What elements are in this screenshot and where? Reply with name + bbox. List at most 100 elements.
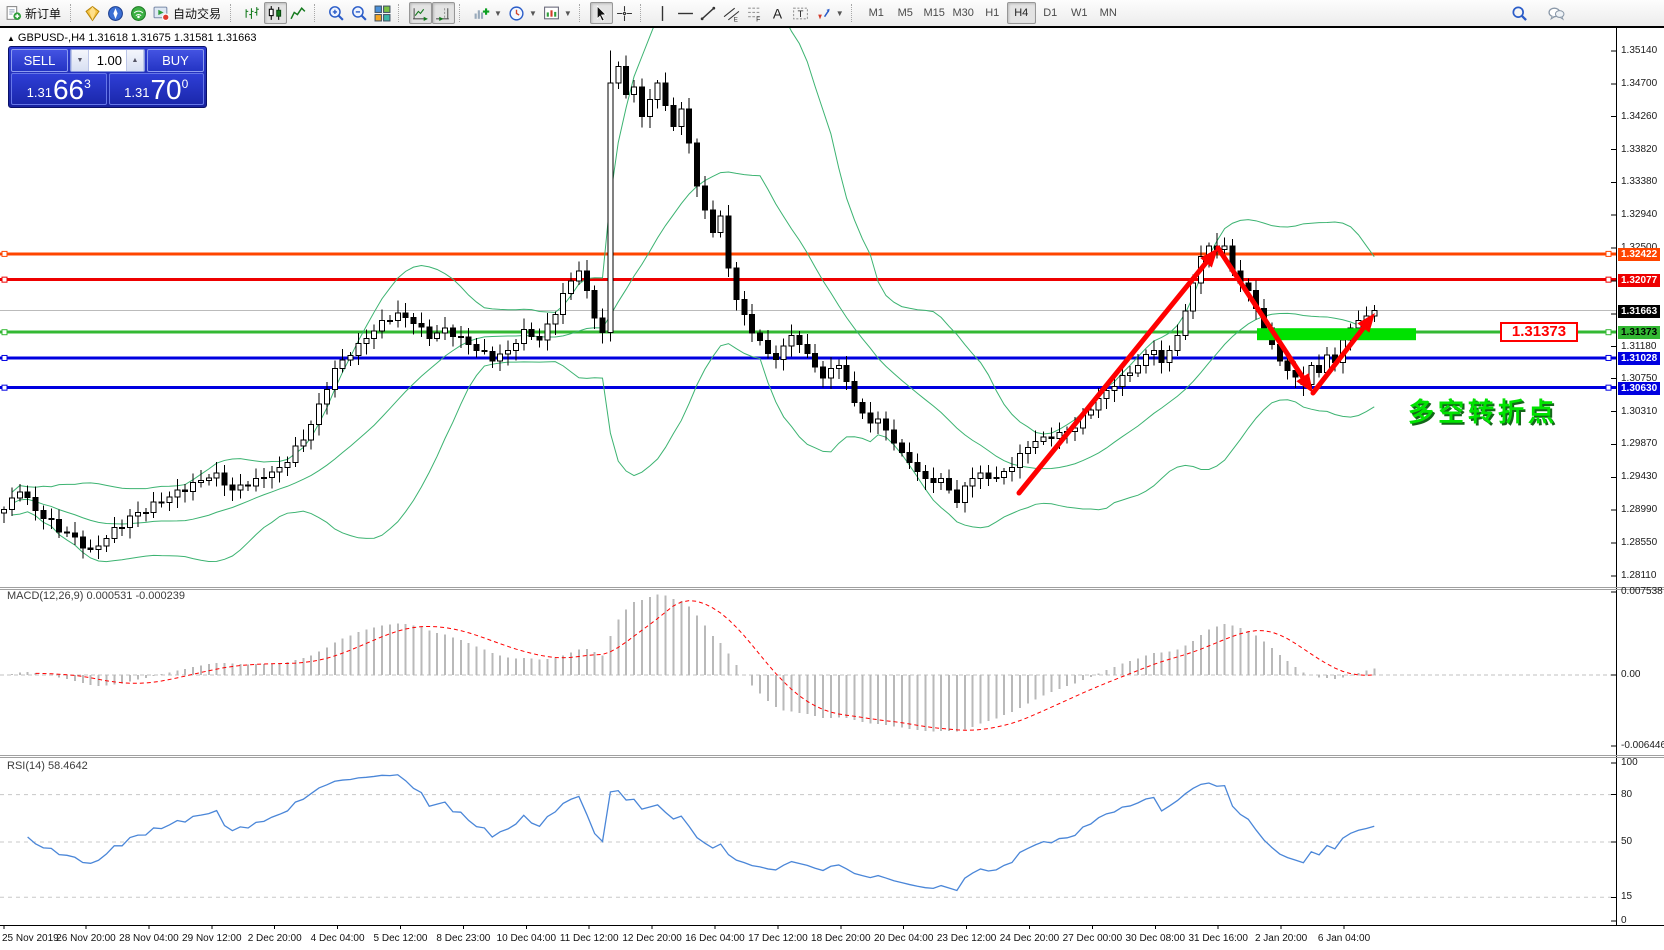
toolbar-templates-button[interactable]: ▼ [540,2,575,24]
time-axis-label: 16 Dec 04:00 [685,933,745,944]
toolbar-M5-button[interactable]: M5 [891,2,920,24]
toolbar-right-group [1508,2,1568,24]
toolbar-H1-button[interactable]: H1 [978,2,1007,24]
toolbar-equidistant-channel-button[interactable]: E [720,2,743,24]
time-axis-label: 11 Dec 12:00 [560,933,619,944]
toolbar-arrows-button[interactable]: ▼ [812,2,847,24]
toolbar-line-chart-button[interactable] [287,2,310,24]
dropdown-arrow-icon: ▼ [529,9,537,18]
turning-point-annotation[interactable]: 多空转折点 [1408,392,1558,429]
toolbar-candlestick-chart-button[interactable] [264,2,287,24]
linechart-icon [290,5,307,22]
time-axis-label: 26 Nov 20:00 [56,933,116,944]
toolbar-market-watch-button[interactable] [81,2,104,24]
toolbar-zoom-out-button[interactable] [348,2,371,24]
toolbar-H4-button[interactable]: H4 [1007,2,1036,24]
toolbar-auto-scroll-button[interactable] [409,2,432,24]
toolbar-autotrading-label: 自动交易 [173,5,223,22]
template-icon [543,5,560,22]
toolbar-bar-chart-button[interactable] [241,2,264,24]
fibo-icon: F [746,5,763,22]
toolbar-MN-button[interactable]: MN [1094,2,1123,24]
price-tick-label: 1.34260 [1621,111,1657,122]
buy-price-display[interactable]: 1.31700 [109,73,205,105]
horizontal-line-1.31028[interactable] [0,355,1616,360]
toolbar-trendline-button[interactable] [697,2,720,24]
toolbar-crosshair-button[interactable] [613,2,636,24]
price-tick-label: 1.28990 [1621,504,1657,515]
toolbar-separator [230,4,238,22]
toolbar-chart-shift-button[interactable] [432,2,455,24]
toolbar-vertical-line-button[interactable] [651,2,674,24]
horizontal-line-1.32077[interactable] [0,277,1616,282]
volume-decrease-button[interactable]: ▼ [71,50,89,71]
hline-icon [677,5,694,22]
toolbar-signals-button[interactable] [127,2,150,24]
price-tick-label: 1.30310 [1621,406,1657,417]
toolbar-separator [851,4,859,22]
rsi-line [28,775,1375,891]
price-tick-label: 0.007538 [1621,586,1663,597]
toolbar-autotrading-button[interactable]: 自动交易 [150,2,226,24]
price-tick-label: 1.34700 [1621,78,1657,89]
toolbar-search-button[interactable] [1508,2,1531,24]
main-toolbar: 新订单自动交易▼▼▼EFAT▼M1M5M15M30H1H4D1W1MN [0,0,1664,26]
toolbar-horizontal-line-button[interactable] [674,2,697,24]
horizontal-line-1.30630[interactable] [0,385,1616,390]
toolbar-M15-button[interactable]: M15 [920,2,949,24]
buy-price-big: 70 [150,77,181,103]
price-tick-label: 0 [1621,915,1627,926]
toolbar-text-button[interactable]: A [766,2,789,24]
arrows-icon [815,5,832,22]
search-icon [1511,5,1528,22]
rsi-value: 58.4642 [48,760,88,772]
price-level-label: 1.32077 [1618,274,1660,287]
price-level-label: 1.32422 [1618,248,1660,261]
textA-icon: A [769,5,786,22]
symbol-marker-icon: ▲ [7,34,15,43]
symbol-ohlc-text: GBPUSD-,H4 1.31618 1.31675 1.31581 1.316… [18,32,257,44]
toolbar-zoom-in-button[interactable] [325,2,348,24]
time-axis-label: 20 Dec 04:00 [874,933,934,944]
chart-area[interactable] [0,0,1664,950]
toolbar-M30-button[interactable]: M30 [949,2,978,24]
toolbar-W1-button[interactable]: W1 [1065,2,1094,24]
price-level-label: 1.30630 [1618,382,1660,395]
dropdown-arrow-icon: ▼ [494,9,502,18]
toolbar-chat-button[interactable] [1545,2,1568,24]
neworder-icon [5,5,22,22]
volume-increase-button[interactable]: ▲ [126,50,144,71]
price-tick-label: 1.31180 [1621,341,1656,352]
toolbar-periods-menu-button[interactable]: ▼ [505,2,540,24]
toolbar-fibonacci-button[interactable]: F [743,2,766,24]
trendline-icon [700,5,717,22]
svg-text:E: E [733,16,737,22]
toolbar-cursor-button[interactable] [590,2,613,24]
time-axis-label: 12 Dec 20:00 [622,933,682,944]
chart-window-top-border [0,26,1664,28]
macd-histogram [4,595,1374,732]
sell-button[interactable]: SELL [11,49,68,72]
toolbar-text-label-button[interactable]: T [789,2,812,24]
navigator-icon [107,5,124,22]
buy-button[interactable]: BUY [147,49,204,72]
toolbar-tile-windows-button[interactable] [371,2,394,24]
channel-icon: E [723,5,740,22]
toolbar-new-order-label: 新订单 [25,5,63,22]
chartshift-icon [435,5,452,22]
toolbar-M1-button[interactable]: M1 [862,2,891,24]
price-annotation-box[interactable]: 1.31373 [1500,322,1578,342]
toolbar-navigator-button[interactable] [104,2,127,24]
toolbar-new-order-button[interactable]: 新订单 [2,2,66,24]
time-axis-label: 5 Dec 12:00 [374,933,428,944]
rsi-indicator-header: RSI(14) 58.4642 [7,760,88,772]
price-tick-label: 1.33820 [1621,144,1657,155]
toolbar-D1-button[interactable]: D1 [1036,2,1065,24]
toolbar-indicators-button[interactable]: ▼ [470,2,505,24]
macd-pane [0,595,1616,732]
support-zone-rect[interactable] [1257,328,1416,340]
chat-icon [1548,5,1565,22]
volume-value[interactable]: 1.00 [89,50,126,71]
price-tick-label: 50 [1621,836,1632,847]
sell-price-display[interactable]: 1.31663 [11,73,107,105]
